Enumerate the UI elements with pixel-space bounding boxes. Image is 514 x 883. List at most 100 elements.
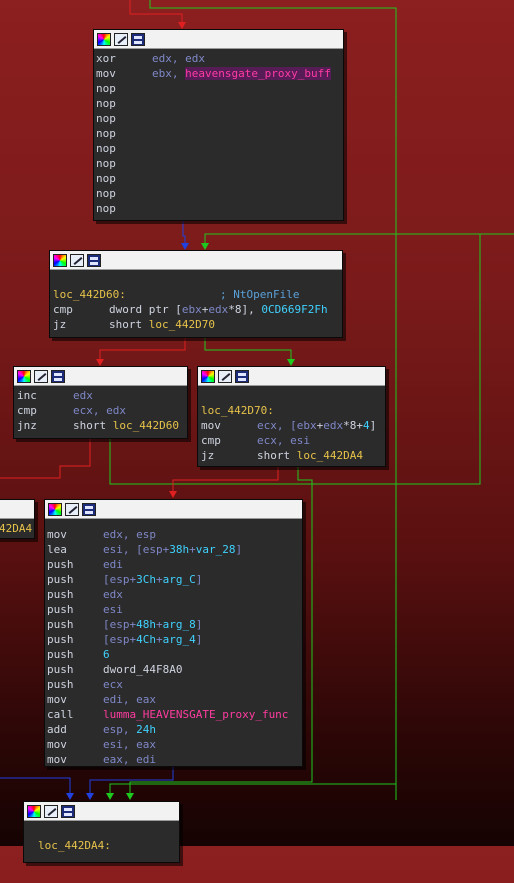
operands: ecx, edx [73, 404, 126, 417]
instruction-line: nop [94, 81, 343, 96]
jump-target[interactable]: loc_442DA4 [297, 449, 363, 462]
rename-icon[interactable] [114, 32, 128, 46]
block-header [94, 30, 343, 49]
mnemonic: nop [96, 187, 116, 200]
mnemonic: push [47, 648, 74, 661]
instruction-list: 42DA4 [0, 519, 34, 538]
rename-icon[interactable] [70, 253, 84, 267]
operands: ecx, [ebx+edx*8+4] [257, 419, 377, 432]
mnemonic: jnz [17, 419, 37, 432]
mnemonic: nop [96, 97, 116, 110]
edge-false-2 [99, 337, 186, 359]
color-picker-icon[interactable] [17, 369, 31, 383]
edge-true-2 [204, 337, 292, 359]
mnemonic: nop [96, 82, 116, 95]
instruction-line: mov edx, esp [45, 527, 302, 542]
mnemonic: mov [201, 419, 221, 432]
graph-view-icon[interactable] [61, 804, 75, 818]
basic-block-loop[interactable]: inc edx cmp ecx, edx jnz short loc_442D6… [13, 366, 188, 439]
instruction-line: cmp ecx, edx [14, 403, 187, 418]
operands: short loc_442DA4 [257, 449, 363, 462]
jump-target[interactable]: loc_442D70 [149, 318, 215, 331]
graph-view-icon[interactable] [82, 502, 96, 516]
color-picker-icon[interactable] [48, 502, 62, 516]
mnemonic: cmp [53, 303, 73, 316]
instruction-line: mov ebx, heavensgate_proxy_buff [94, 66, 343, 81]
instruction-line: lea esi, [esp+38h+var_28] [45, 542, 302, 557]
mnemonic: mov [47, 738, 67, 751]
operands: esp, 24h [103, 723, 156, 736]
instruction-line: loc_442D60: ; NtOpenFile [50, 287, 342, 302]
instruction-line: 42DA4 [0, 521, 34, 536]
mnemonic: nop [96, 127, 116, 140]
basic-block-proxy-call[interactable]: mov edx, esp lea esi, [esp+38h+var_28]push e… [44, 499, 303, 767]
graph-view-icon[interactable] [235, 369, 249, 383]
instruction-line: jz short loc_442DA4 [198, 448, 385, 463]
rename-icon[interactable] [218, 369, 232, 383]
basic-block-1[interactable]: xor edx, edx mov ebx, heavensgate_proxy_buf… [93, 29, 344, 221]
instruction-list: loc_442DA4: [24, 821, 179, 855]
basic-block-loc-442d70[interactable]: loc_442D70: mov ecx, [ebx+edx*8+4] cmp e… [197, 366, 386, 467]
operands: ecx, esi [257, 434, 310, 447]
mnemonic: jz [201, 449, 215, 462]
instruction-line: call lumma_HEAVENSGATE_proxy_func [45, 707, 302, 722]
operands: dword_44F8A0 [103, 663, 183, 676]
instruction-line: nop [94, 141, 343, 156]
operands: [esp+4Ch+arg_4] [103, 633, 203, 646]
operands: edx, edx [152, 52, 205, 65]
block-header [0, 500, 34, 519]
instruction-line: push [esp+48h+arg_8] [45, 617, 302, 632]
edge-unconditional-1 [182, 220, 186, 243]
code-label[interactable]: loc_442D60: [53, 287, 126, 302]
operands: esi, eax [103, 738, 156, 751]
mnemonic: add [47, 723, 67, 736]
color-picker-icon[interactable] [53, 253, 67, 267]
basic-block-loc-442d60[interactable]: loc_442D60: ; NtOpenFile cmp dword ptr [… [49, 250, 343, 338]
mnemonic: inc [17, 389, 37, 402]
arrow-head [169, 491, 177, 498]
instruction-line: push [esp+4Ch+arg_4] [45, 632, 302, 647]
instruction-line: push 6 [45, 647, 302, 662]
graph-view-icon[interactable] [87, 253, 101, 267]
code-label[interactable]: 42DA4 [0, 521, 32, 536]
graph-view-icon[interactable] [131, 32, 145, 46]
mnemonic: push [47, 603, 74, 616]
mnemonic: mov [47, 528, 67, 541]
instruction-list: mov edx, esp lea esi, [esp+38h+var_28]push e… [45, 519, 302, 769]
operands: lumma_HEAVENSGATE_proxy_func [103, 707, 288, 722]
operands: [esp+3Ch+arg_C] [103, 573, 203, 586]
operands: edx, esp [103, 528, 156, 541]
code-label[interactable]: loc_442D70: [201, 403, 274, 418]
rename-icon[interactable] [65, 502, 79, 516]
operands: short loc_442D60 [73, 419, 179, 432]
instruction-line: add esp, 24h [45, 722, 302, 737]
mnemonic: nop [96, 112, 116, 125]
operands: ebx, heavensgate_proxy_buff [152, 67, 331, 80]
graph-view-icon[interactable] [51, 369, 65, 383]
mnemonic: push [47, 663, 74, 676]
mnemonic: push [47, 678, 74, 691]
arrow-head [86, 793, 94, 800]
color-picker-icon[interactable] [201, 369, 215, 383]
basic-block-loc-442da4[interactable]: loc_442DA4: [23, 801, 180, 863]
color-picker-icon[interactable] [27, 804, 41, 818]
rename-icon[interactable] [44, 804, 58, 818]
jump-target[interactable]: loc_442D60 [113, 419, 179, 432]
arrow-head [287, 359, 295, 366]
operands: eax, edi [103, 753, 156, 766]
symbol-reference[interactable]: heavensgate_proxy_buff [185, 67, 331, 80]
instruction-line: mov ecx, [ebx+edx*8+4] [198, 418, 385, 433]
symbol-reference[interactable]: lumma_HEAVENSGATE_proxy_func [103, 708, 288, 721]
mnemonic: nop [96, 157, 116, 170]
basic-block-partial[interactable]: 42DA4 [0, 499, 35, 539]
color-picker-icon[interactable] [97, 32, 111, 46]
operands: edi, eax [103, 693, 156, 706]
instruction-line: jnz short loc_442D60 [14, 418, 187, 433]
rename-icon[interactable] [34, 369, 48, 383]
instruction-line: inc edx [14, 388, 187, 403]
operands: esi, [esp+38h+var_28] [103, 543, 243, 556]
mnemonic: push [47, 588, 74, 601]
